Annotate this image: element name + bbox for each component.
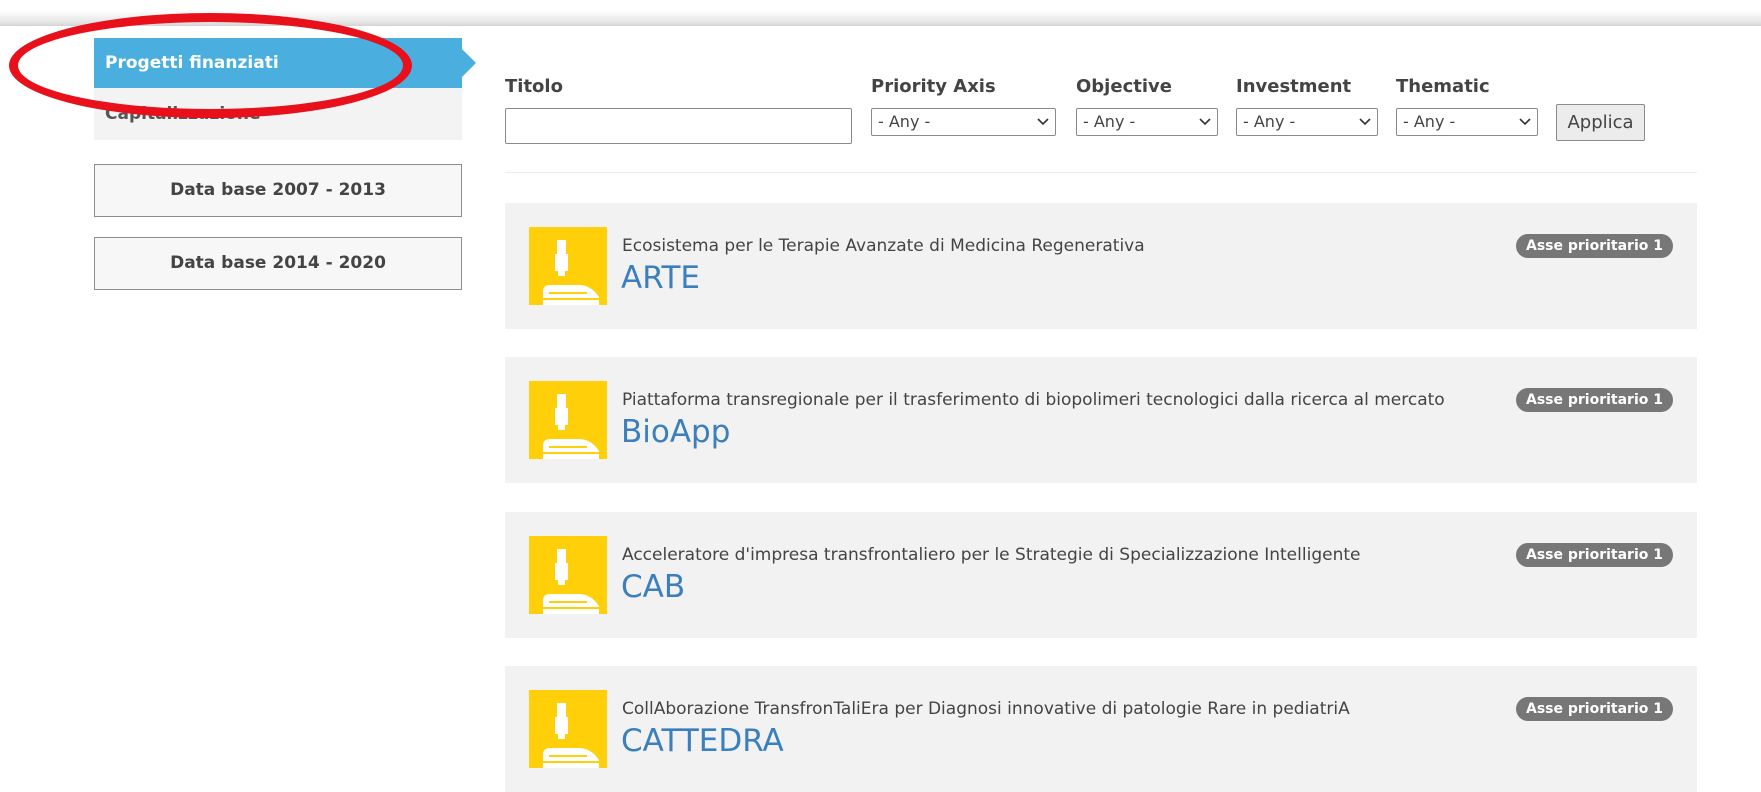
priority-axis-badge: Asse prioritario 1: [1516, 388, 1673, 412]
project-title-link[interactable]: ARTE: [621, 260, 700, 296]
objective-value: - Any -: [1083, 112, 1136, 131]
chevron-down-icon: [1037, 118, 1049, 126]
microscope-icon: [529, 227, 607, 305]
database-2007-2013-button[interactable]: Data base 2007 - 2013: [94, 164, 462, 217]
microscope-icon: [529, 536, 607, 614]
priority-axis-badge: Asse prioritario 1: [1516, 543, 1673, 567]
investment-select[interactable]: - Any -: [1236, 108, 1378, 136]
microscope-icon: [529, 690, 607, 768]
sidebar-item-progetti-finanziati[interactable]: Progetti finanziati: [94, 38, 476, 88]
priority-axis-badge: Asse prioritario 1: [1516, 234, 1673, 258]
filters-divider: [505, 172, 1697, 173]
project-title-link[interactable]: CAB: [621, 569, 685, 605]
project-description: Piattaforma transregionale per il trasfe…: [622, 390, 1445, 410]
project-title-link[interactable]: CATTEDRA: [621, 723, 784, 759]
project-description: Acceleratore d'impresa transfrontaliero …: [622, 545, 1361, 565]
microscope-icon: [529, 381, 607, 459]
project-card: Acceleratore d'impresa transfrontaliero …: [505, 512, 1697, 638]
priority-axis-badge: Asse prioritario 1: [1516, 697, 1673, 721]
objective-label: Objective: [1076, 76, 1172, 97]
project-card: CollAborazione TransfronTaliEra per Diag…: [505, 666, 1697, 792]
thematic-value: - Any -: [1403, 112, 1456, 131]
top-header-shadow: [0, 0, 1761, 26]
thematic-select[interactable]: - Any -: [1396, 108, 1538, 136]
project-card: Ecosistema per le Terapie Avanzate di Me…: [505, 203, 1697, 329]
project-description: Ecosistema per le Terapie Avanzate di Me…: [622, 236, 1145, 256]
apply-button[interactable]: Applica: [1556, 104, 1645, 141]
project-card: Piattaforma transregionale per il trasfe…: [505, 357, 1697, 483]
title-search-input[interactable]: [505, 108, 852, 144]
priority-axis-value: - Any -: [878, 112, 931, 131]
chevron-down-icon: [1199, 118, 1211, 126]
thematic-label: Thematic: [1396, 76, 1490, 97]
sidebar-menu: Progetti finanziati Capitalizzazione: [94, 38, 476, 140]
investment-value: - Any -: [1243, 112, 1296, 131]
objective-select[interactable]: - Any -: [1076, 108, 1218, 136]
database-2014-2020-button[interactable]: Data base 2014 - 2020: [94, 237, 462, 290]
investment-label: Investment: [1236, 76, 1352, 97]
project-title-link[interactable]: BioApp: [621, 414, 730, 450]
chevron-down-icon: [1359, 118, 1371, 126]
priority-axis-select[interactable]: - Any -: [871, 108, 1056, 136]
priority-axis-label: Priority Axis: [871, 76, 996, 97]
title-filter-label: Titolo: [505, 76, 563, 97]
sidebar-item-capitalizzazione[interactable]: Capitalizzazione: [94, 88, 462, 140]
project-description: CollAborazione TransfronTaliEra per Diag…: [622, 699, 1350, 719]
chevron-down-icon: [1519, 118, 1531, 126]
